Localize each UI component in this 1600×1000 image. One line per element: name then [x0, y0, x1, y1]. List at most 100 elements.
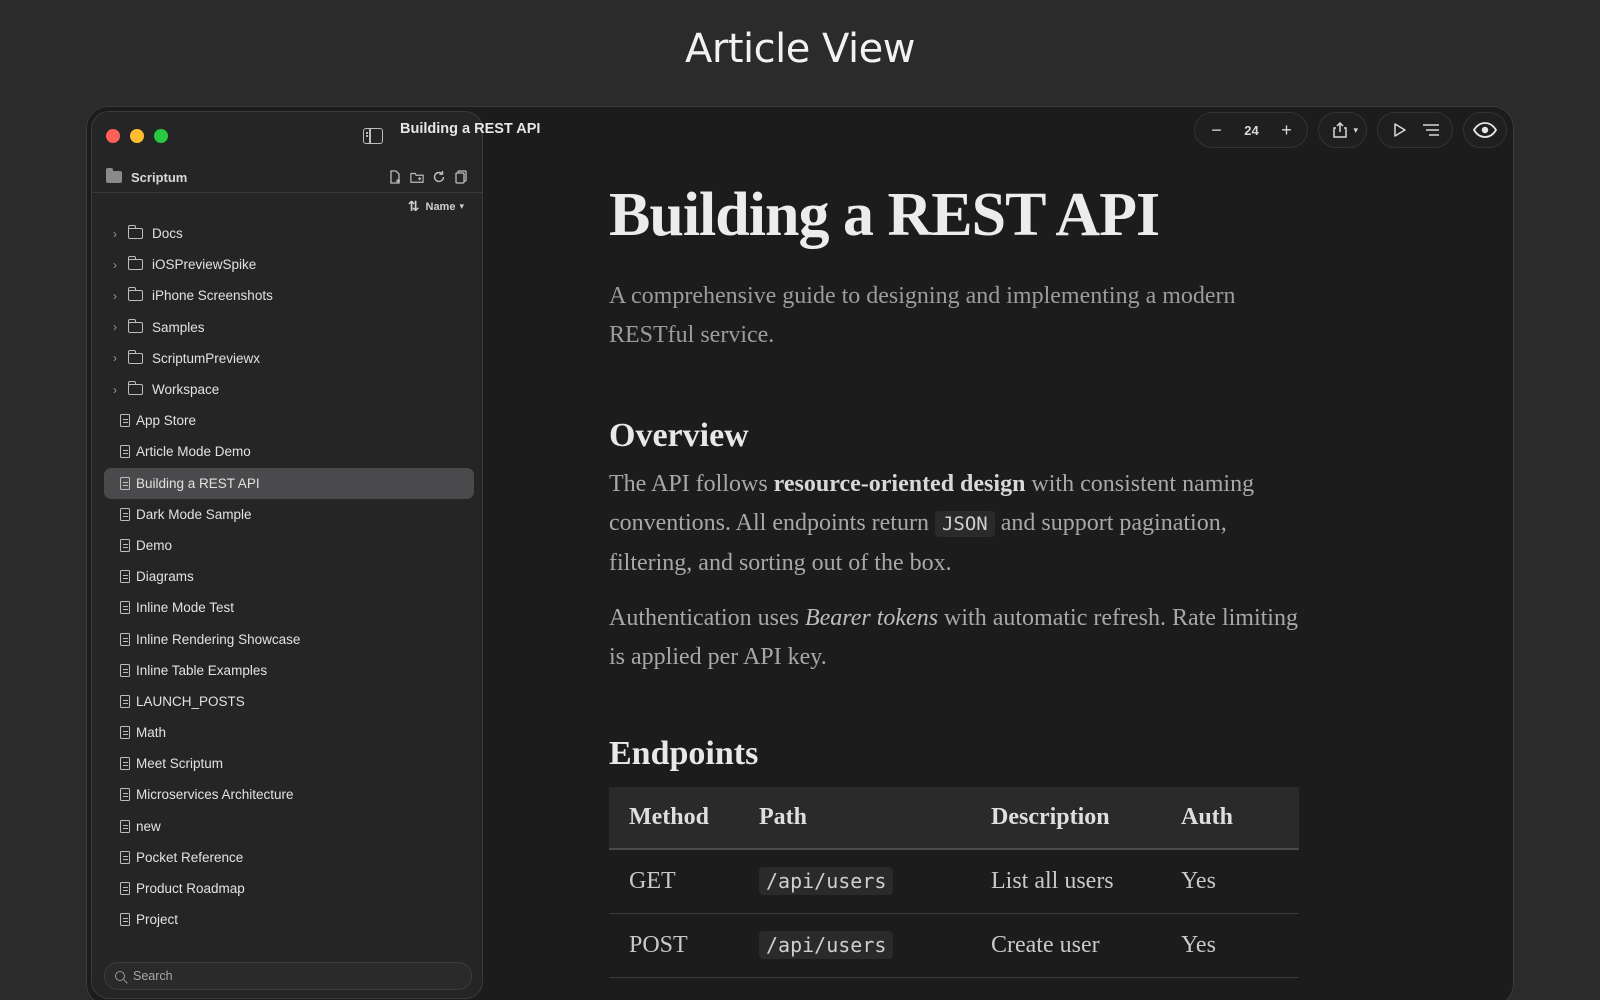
tree-file-item[interactable]: Demo	[104, 530, 474, 561]
chevron-down-icon[interactable]: ▾	[1353, 125, 1358, 136]
document-icon	[120, 757, 130, 771]
tree-file-item[interactable]: Article Mode Demo	[104, 436, 474, 467]
document-icon	[120, 445, 130, 459]
zoom-out-button[interactable]: −	[1203, 117, 1229, 143]
table-cell: Yes	[1161, 913, 1299, 978]
document-icon	[120, 726, 130, 740]
tree-item-label: Product Roadmap	[136, 881, 245, 897]
zoom-in-button[interactable]: +	[1273, 117, 1299, 143]
document-icon	[120, 476, 130, 490]
tree-file-item[interactable]: App Store	[104, 405, 474, 436]
document-icon	[120, 788, 130, 802]
tree-file-item[interactable]: Math	[104, 717, 474, 748]
toolbar: − 24 + ▾	[1194, 112, 1507, 148]
tree-item-label: Samples	[152, 319, 205, 335]
table-cell: GET	[609, 849, 739, 914]
tree-file-item[interactable]: Building a REST API	[104, 467, 474, 499]
tree-item-label: Inline Mode Test	[136, 600, 235, 616]
preview-control	[1463, 112, 1507, 148]
eye-icon[interactable]	[1472, 117, 1498, 143]
folder-icon	[127, 381, 143, 396]
endpoints-heading: Endpoints	[609, 735, 759, 773]
tree-folder-item[interactable]: › Samples	[104, 312, 474, 343]
tree-folder-item[interactable]: › ScriptumPreviewx	[104, 343, 474, 374]
window-controls	[106, 129, 168, 143]
zoom-control: − 24 +	[1194, 112, 1309, 148]
tree-folder-item[interactable]: › iPhone Screenshots	[104, 280, 474, 311]
close-window-button[interactable]	[106, 129, 120, 143]
tree-item-label: iOSPreviewSpike	[152, 257, 257, 273]
table-cell: Yes	[1161, 849, 1299, 914]
tree-item-label: new	[136, 818, 161, 834]
tree-file-item[interactable]: Diagrams	[104, 561, 474, 592]
tree-file-item[interactable]: Project	[104, 904, 474, 935]
tree-folder-item[interactable]: › iOSPreviewSpike	[104, 249, 474, 280]
table-cell: POST	[609, 913, 739, 978]
bold-text: resource-oriented design	[773, 471, 1026, 498]
tree-file-item[interactable]: Pocket Reference	[104, 842, 474, 873]
chevron-right-icon[interactable]: ›	[108, 289, 122, 303]
tree-file-item[interactable]: Meet Scriptum	[104, 748, 474, 779]
tree-file-item[interactable]: Inline Rendering Showcase	[104, 623, 474, 654]
tree-item-label: Dark Mode Sample	[136, 506, 252, 522]
tree-item-label: Diagrams	[136, 569, 194, 585]
share-icon[interactable]	[1327, 117, 1353, 143]
page-heading: Article View	[685, 26, 915, 72]
sidebar-search	[104, 962, 472, 990]
tree-item-label: Project	[136, 912, 179, 928]
sort-icon: ⇅	[407, 198, 420, 214]
outline-list-icon[interactable]	[1418, 117, 1444, 143]
document-icon	[120, 913, 130, 927]
zoom-window-button[interactable]	[154, 129, 168, 143]
tree-file-item[interactable]: Microservices Architecture	[104, 779, 474, 810]
folder-icon	[127, 256, 143, 271]
minimize-window-button[interactable]	[130, 129, 144, 143]
table-cell: Create user	[971, 913, 1161, 978]
document-icon	[120, 507, 130, 521]
sidebar-toggle-icon[interactable]	[363, 128, 383, 144]
chevron-right-icon[interactable]: ›	[108, 258, 122, 272]
document-title: Building a REST API	[400, 121, 541, 137]
document-icon	[120, 414, 130, 428]
document-icon	[120, 570, 130, 584]
sort-control[interactable]: ⇅ Name ▾	[408, 198, 464, 215]
tree-file-item[interactable]: Inline Table Examples	[104, 655, 474, 686]
tree-folder-item[interactable]: › Docs	[104, 218, 474, 249]
article-title: Building a REST API	[609, 181, 1160, 249]
tree-item-label: Workspace	[152, 382, 220, 398]
tree-item-label: Math	[136, 725, 167, 741]
new-file-icon[interactable]	[388, 170, 402, 184]
tree-file-item[interactable]: new	[104, 811, 474, 842]
document-icon	[120, 850, 130, 864]
folder-icon	[127, 349, 143, 364]
file-tree: › Docs › iOSPreviewSpike › iPhone Screenshots…	[104, 218, 474, 935]
collapse-all-icon[interactable]	[454, 170, 468, 184]
play-icon[interactable]	[1386, 117, 1412, 143]
tree-file-item[interactable]: Product Roadmap	[104, 873, 474, 904]
tree-file-item[interactable]: Dark Mode Sample	[104, 499, 474, 530]
table-header-row: Method Path Description Auth	[609, 787, 1299, 851]
chevron-right-icon[interactable]: ›	[108, 320, 122, 334]
sort-label: Name	[425, 200, 456, 213]
new-folder-icon[interactable]	[410, 170, 424, 184]
table-header-cell: Path	[739, 787, 971, 851]
chevron-right-icon[interactable]: ›	[108, 383, 122, 397]
document-icon	[120, 632, 130, 646]
refresh-icon[interactable]	[432, 170, 446, 184]
chevron-right-icon[interactable]: ›	[108, 227, 122, 241]
tree-folder-item[interactable]: › Workspace	[104, 374, 474, 405]
folder-icon	[106, 168, 122, 183]
tree-file-item[interactable]: LAUNCH_POSTS	[104, 686, 474, 717]
folder-icon	[127, 225, 143, 240]
playback-control	[1377, 112, 1453, 148]
workspace-name: Scriptum	[131, 169, 188, 185]
italic-text: Bearer tokens	[804, 605, 939, 632]
document-icon	[120, 601, 130, 615]
search-input[interactable]	[133, 969, 333, 983]
tree-file-item[interactable]: Inline Mode Test	[104, 592, 474, 623]
table-row: GET /api/users List all users Yes	[609, 849, 1299, 914]
tree-item-label: Building a REST API	[136, 475, 260, 491]
chevron-right-icon[interactable]: ›	[108, 351, 122, 365]
tree-item-label: Docs	[152, 226, 183, 242]
tree-item-label: Inline Rendering Showcase	[136, 631, 301, 647]
